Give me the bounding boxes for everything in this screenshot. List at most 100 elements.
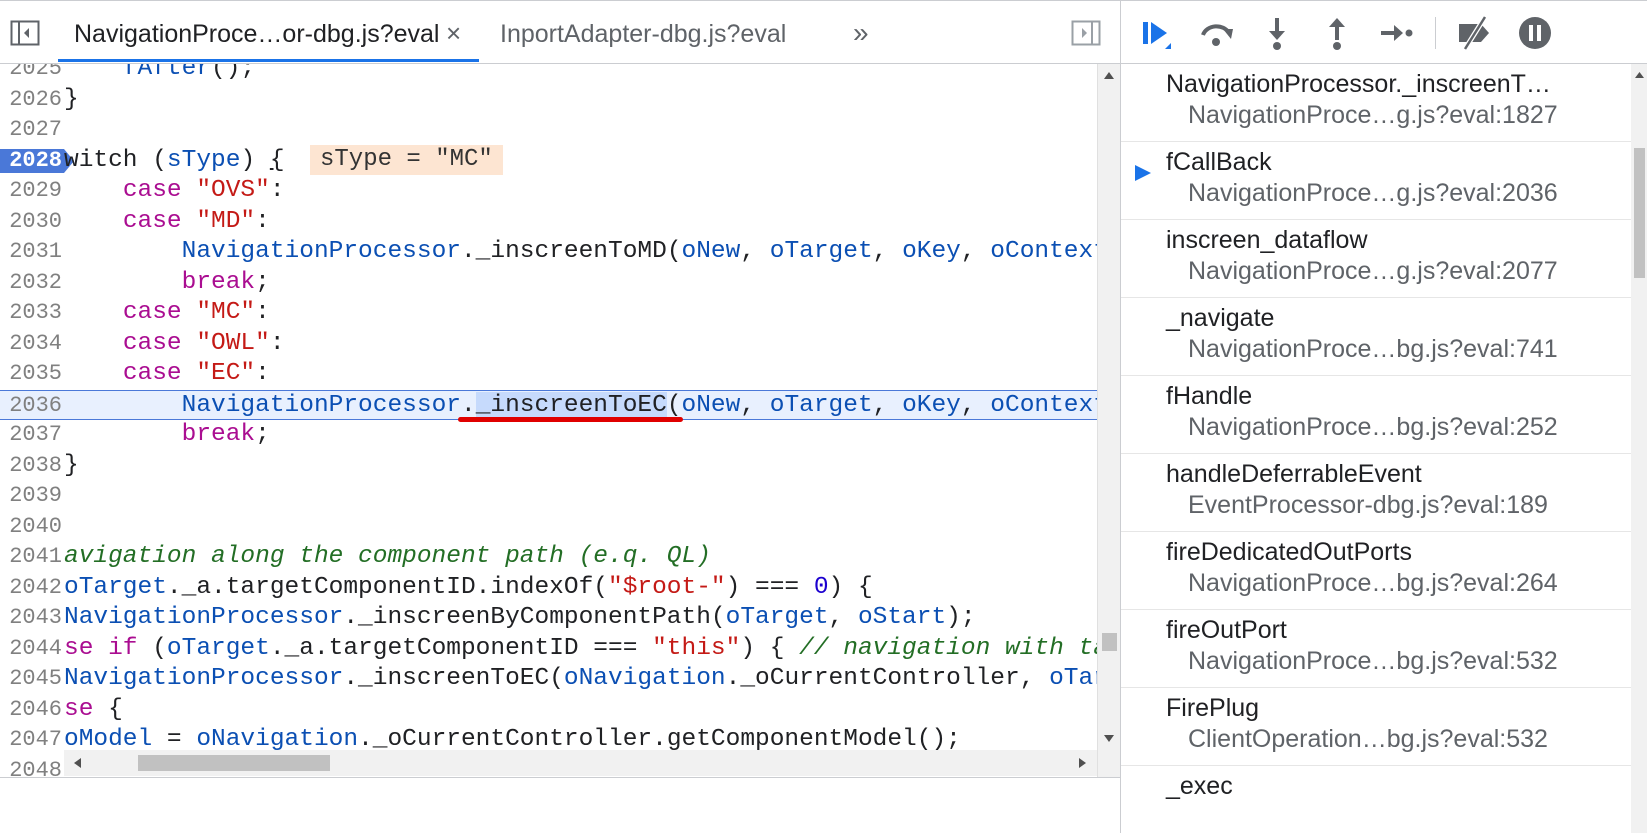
close-tab-icon[interactable]: × <box>446 1 461 63</box>
line-number[interactable]: 2025 <box>0 64 64 85</box>
call-stack-frame[interactable]: _exec <box>1121 766 1631 833</box>
code-line[interactable]: 2035 case "EC": <box>0 359 1097 390</box>
line-number[interactable]: 2027 <box>0 115 64 146</box>
scroll-left-arrow-icon[interactable] <box>72 757 82 769</box>
frame-location[interactable]: NavigationProce…bg.js?eval:532 <box>1188 647 1558 676</box>
call-stack-frame[interactable]: NavigationProcessor._inscreenT… Navigatio… <box>1121 64 1631 142</box>
code-line[interactable]: 2033 case "MC": <box>0 298 1097 329</box>
frame-location[interactable]: NavigationProce…g.js?eval:1827 <box>1188 101 1558 130</box>
frame-location[interactable]: NavigationProce…bg.js?eval:264 <box>1188 569 1558 598</box>
toggle-debugger-icon[interactable] <box>1071 20 1101 46</box>
debugger-toolbar <box>1121 0 1647 64</box>
code-line[interactable]: 2044 se if (oTarget._a.targetComponentID … <box>0 634 1097 665</box>
frame-location[interactable]: NavigationProce…g.js?eval:2077 <box>1188 257 1558 286</box>
code-line[interactable]: 2039 <box>0 481 1097 512</box>
line-number[interactable]: 2045 <box>0 664 64 695</box>
line-number[interactable]: 2032 <box>0 268 64 299</box>
code-text: se if (oTarget._a.targetComponentID === … <box>64 634 1097 662</box>
line-number[interactable]: 2031 <box>0 237 64 268</box>
editor-tab-bar: NavigationProce…or-dbg.js?eval × InportA… <box>0 0 1120 64</box>
line-number[interactable]: 2029 <box>0 176 64 207</box>
line-number[interactable]: 2034 <box>0 329 64 360</box>
line-number[interactable]: 2042 <box>0 573 64 604</box>
code-line[interactable]: 2029 case "OVS": <box>0 176 1097 207</box>
line-number[interactable]: 2038 <box>0 451 64 482</box>
line-number[interactable]: 2039 <box>0 481 64 512</box>
line-number[interactable]: 2030 <box>0 207 64 238</box>
call-stack-scrollbar[interactable] <box>1631 64 1647 833</box>
code-line[interactable]: 2032 break; <box>0 268 1097 299</box>
step-over-icon[interactable] <box>1197 13 1237 53</box>
line-number[interactable]: 2036 <box>0 391 64 422</box>
editor-vscroll-thumb[interactable] <box>1102 633 1117 651</box>
call-stack-frame[interactable]: fHandle NavigationProce…bg.js?eval:252 <box>1121 376 1631 454</box>
line-number[interactable]: 2033 <box>0 298 64 329</box>
editor-vertical-scrollbar[interactable] <box>1097 64 1120 777</box>
line-number[interactable]: 2046 <box>0 695 64 726</box>
code-line[interactable]: 2028 witch (sType) { <box>0 146 1097 177</box>
editor-horizontal-scrollbar[interactable] <box>64 750 1097 776</box>
code-line-current[interactable]: 2036 NavigationProcessor._inscreenToEC(o… <box>0 389 1097 422</box>
call-stack-frame[interactable]: handleDeferrableEvent EventProcessor-dbg.… <box>1121 454 1631 532</box>
code-line[interactable]: 2038} <box>0 451 1097 482</box>
code-line[interactable]: 2027 <box>0 115 1097 146</box>
editor-hscroll-thumb[interactable] <box>138 755 330 771</box>
deactivate-breakpoints-icon[interactable] <box>1455 13 1495 53</box>
call-stack-frame[interactable]: FirePlug ClientOperation…bg.js?eval:532 <box>1121 688 1631 766</box>
frame-function-name: fCallBack <box>1166 148 1272 176</box>
tab-inport-adapter[interactable]: InportAdapter-dbg.js?eval <box>500 1 786 63</box>
pause-on-exceptions-icon[interactable] <box>1515 13 1555 53</box>
line-number[interactable]: 2043 <box>0 603 64 634</box>
call-stack-frame[interactable]: fCallBack NavigationProce…g.js?eval:2036 <box>1121 142 1631 220</box>
line-number[interactable]: 2028 <box>0 146 64 177</box>
line-number[interactable]: 2048 <box>0 756 64 778</box>
code-line[interactable]: 2026} <box>0 85 1097 116</box>
line-number[interactable]: 2035 <box>0 359 64 390</box>
frame-location[interactable]: ClientOperation…bg.js?eval:532 <box>1188 725 1548 754</box>
scroll-down-arrow-icon[interactable] <box>1103 734 1115 744</box>
line-number[interactable]: 2041 <box>0 542 64 573</box>
code-text: oTarget._a.targetComponentID.indexOf("$r… <box>64 573 873 601</box>
step-out-icon[interactable] <box>1317 13 1357 53</box>
line-number[interactable]: 2047 <box>0 725 64 756</box>
code-line[interactable]: 2040 <box>0 512 1097 543</box>
line-number[interactable]: 2044 <box>0 634 64 665</box>
code-text: case "OWL": <box>122 329 285 357</box>
call-stack-frame[interactable]: fireDedicatedOutPorts NavigationProce…bg.… <box>1121 532 1631 610</box>
frame-function-name: fireOutPort <box>1166 616 1287 644</box>
code-line[interactable]: 2037 break; <box>0 420 1097 451</box>
more-tabs-icon[interactable]: » <box>853 1 869 63</box>
step-icon[interactable] <box>1375 13 1415 53</box>
call-stack-scroll-thumb[interactable] <box>1634 148 1645 278</box>
code-line[interactable]: 2046 se { <box>0 695 1097 726</box>
code-line[interactable]: 2042 oTarget._a.targetComponentID.indexOf… <box>0 573 1097 604</box>
code-line[interactable]: 2025 fAfter(); <box>0 64 1097 85</box>
call-stack-frame[interactable]: _navigate NavigationProce…bg.js?eval:741 <box>1121 298 1631 376</box>
frame-location[interactable]: EventProcessor-dbg.js?eval:189 <box>1188 491 1548 520</box>
code-line[interactable]: 2034 case "OWL": <box>0 329 1097 360</box>
code-line[interactable]: 2031 NavigationProcessor._inscreenToMD(o… <box>0 237 1097 268</box>
code-view[interactable]: 2025 fAfter(); 2026} 2027 2028 witch (sType)… <box>0 64 1097 777</box>
code-line[interactable]: 2030 case "MD": <box>0 207 1097 238</box>
toggle-navigator-icon[interactable] <box>10 20 40 46</box>
tab-navigation-processor[interactable]: NavigationProce…or-dbg.js?eval <box>74 1 439 63</box>
frame-location[interactable]: NavigationProce…g.js?eval:2036 <box>1188 179 1558 208</box>
code-line[interactable]: 2045 NavigationProcessor._inscreenToEC(oN… <box>0 664 1097 695</box>
line-number[interactable]: 2026 <box>0 85 64 116</box>
scroll-up-arrow-icon[interactable] <box>1634 70 1645 79</box>
resume-icon[interactable] <box>1135 13 1175 53</box>
code-text: fAfter(); <box>122 64 256 82</box>
call-stack-frame[interactable]: fireOutPort NavigationProce…bg.js?eval:53… <box>1121 610 1631 688</box>
scroll-right-arrow-icon[interactable] <box>1078 757 1088 769</box>
scroll-up-arrow-icon[interactable] <box>1103 70 1115 80</box>
code-line[interactable]: 2041 avigation along the component path (… <box>0 542 1097 573</box>
step-into-icon[interactable] <box>1257 13 1297 53</box>
frame-location[interactable]: NavigationProce…bg.js?eval:252 <box>1188 413 1558 442</box>
call-stack-frame[interactable]: inscreen_dataflow NavigationProce…g.js?ev… <box>1121 220 1631 298</box>
line-number[interactable]: 2037 <box>0 420 64 451</box>
line-number[interactable]: 2040 <box>0 512 64 543</box>
active-tab-indicator <box>58 59 479 62</box>
call-stack-list: NavigationProcessor._inscreenT… Navigatio… <box>1121 64 1647 833</box>
frame-location[interactable]: NavigationProce…bg.js?eval:741 <box>1188 335 1558 364</box>
code-line[interactable]: 2043 NavigationProcessor._inscreenByCompo… <box>0 603 1097 634</box>
